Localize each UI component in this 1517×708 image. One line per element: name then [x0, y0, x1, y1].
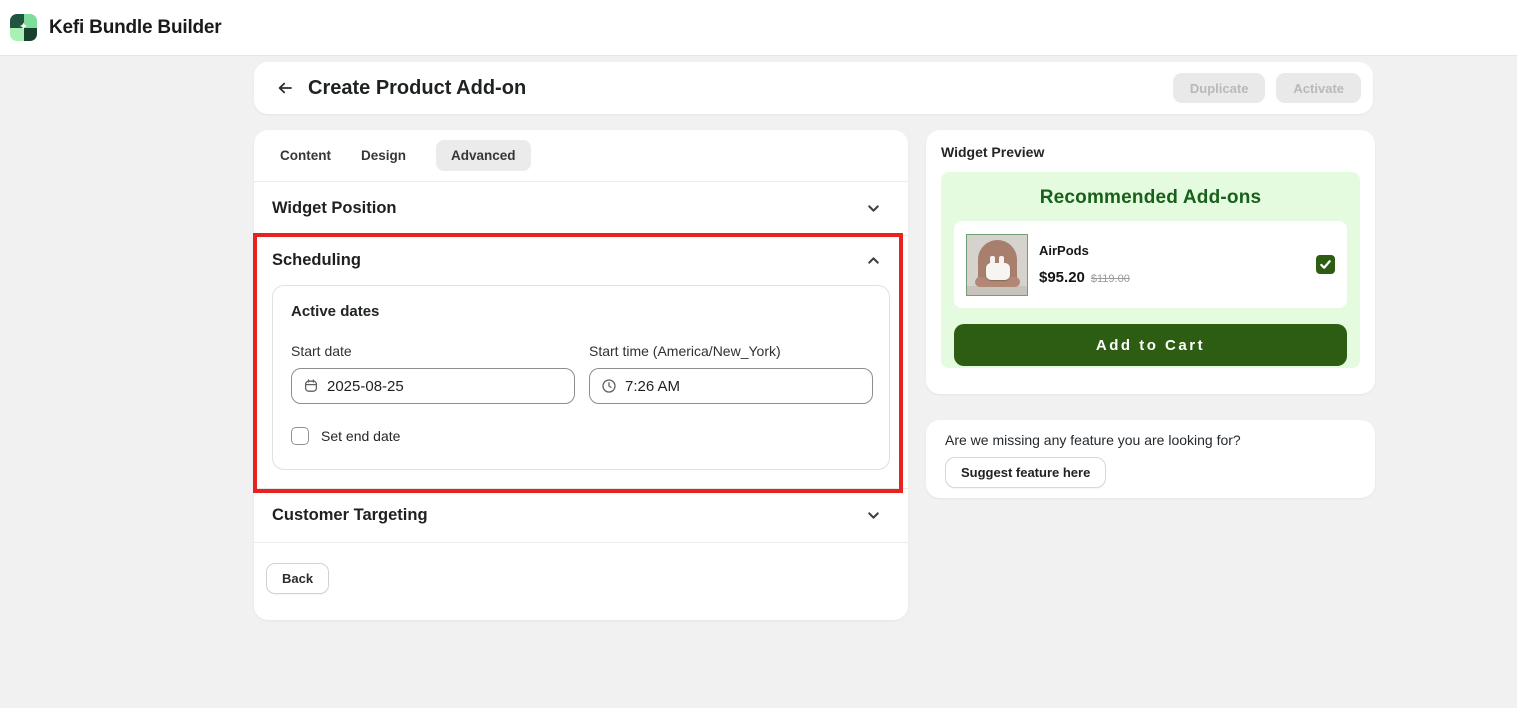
check-icon	[1319, 258, 1332, 271]
start-time-field: Start time (America/New_York) 7:26 AM	[589, 343, 873, 404]
chevron-up-icon	[865, 252, 882, 269]
back-button[interactable]: Back	[266, 563, 329, 594]
page-title: Create Product Add-on	[308, 77, 526, 100]
active-dates-title: Active dates	[291, 303, 871, 320]
back-arrow-button[interactable]	[270, 73, 300, 103]
section-title: Widget Position	[272, 199, 397, 218]
start-date-label: Start date	[291, 343, 575, 359]
activate-button[interactable]: Activate	[1276, 73, 1361, 103]
start-time-value: 7:26 AM	[625, 378, 680, 395]
product-info: AirPods $95.20 $119.00	[1039, 243, 1130, 286]
tab-bar: Content Design Advanced	[254, 130, 908, 182]
scheduling-body: Active dates Start date 2025-08-25 Start…	[254, 285, 908, 489]
active-dates-card: Active dates Start date 2025-08-25 Start…	[272, 285, 890, 470]
widget-preview-body: Recommended Add-ons AirPods $95.20 $119.…	[941, 172, 1360, 368]
widget-preview-title: Widget Preview	[941, 144, 1360, 160]
tab-content[interactable]: Content	[280, 148, 331, 163]
widget-preview-card: Widget Preview Recommended Add-ons AirPo…	[926, 130, 1375, 394]
app-logo-icon: ✦	[10, 14, 37, 41]
recommended-addons-heading: Recommended Add-ons	[954, 187, 1347, 209]
feature-question: Are we missing any feature you are looki…	[945, 432, 1356, 448]
set-end-date-row: Set end date	[291, 427, 871, 445]
suggest-feature-button[interactable]: Suggest feature here	[945, 457, 1106, 488]
start-date-field: Start date 2025-08-25	[291, 343, 575, 404]
start-time-label: Start time (America/New_York)	[589, 343, 873, 359]
duplicate-button[interactable]: Duplicate	[1173, 73, 1266, 103]
chevron-down-icon	[865, 200, 882, 217]
product-name: AirPods	[1039, 243, 1130, 258]
chevron-down-icon	[865, 507, 882, 524]
app-title: Kefi Bundle Builder	[49, 17, 222, 39]
start-time-input[interactable]: 7:26 AM	[589, 368, 873, 404]
arrow-left-icon	[276, 79, 294, 97]
section-scheduling: Scheduling Active dates Start date 2025-…	[254, 236, 908, 489]
feature-suggestion-card: Are we missing any feature you are looki…	[926, 420, 1375, 498]
product-row: AirPods $95.20 $119.00	[954, 221, 1347, 308]
set-end-date-label: Set end date	[321, 428, 400, 444]
section-title: Scheduling	[272, 251, 361, 270]
tab-advanced[interactable]: Advanced	[436, 140, 531, 171]
add-to-cart-button[interactable]: Add to Cart	[954, 324, 1347, 366]
footer-actions: Back	[254, 543, 908, 614]
page-header: Create Product Add-on Duplicate Activate	[254, 62, 1373, 114]
tab-design[interactable]: Design	[361, 148, 406, 163]
sparkle-icon: ✦	[10, 14, 37, 41]
product-selected-checkbox[interactable]	[1316, 255, 1335, 274]
product-image	[966, 234, 1028, 296]
section-title: Customer Targeting	[272, 506, 428, 525]
set-end-date-checkbox[interactable]	[291, 427, 309, 445]
product-price: $95.20	[1039, 269, 1085, 286]
section-scheduling-header[interactable]: Scheduling	[254, 236, 908, 285]
start-date-value: 2025-08-25	[327, 378, 404, 395]
section-widget-position[interactable]: Widget Position	[254, 182, 908, 236]
product-compare-price: $119.00	[1091, 273, 1130, 285]
topbar: ✦ Kefi Bundle Builder	[0, 0, 1517, 56]
calendar-icon	[303, 378, 319, 394]
clock-icon	[601, 378, 617, 394]
section-customer-targeting[interactable]: Customer Targeting	[254, 489, 908, 543]
settings-card: Content Design Advanced Widget Position …	[254, 130, 908, 620]
start-date-input[interactable]: 2025-08-25	[291, 368, 575, 404]
